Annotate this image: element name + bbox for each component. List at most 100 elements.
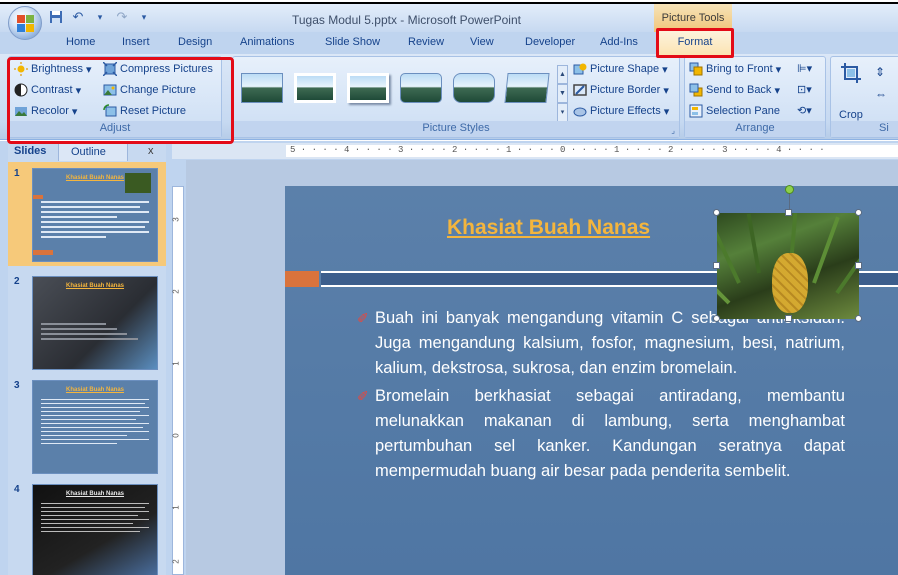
gallery-more-icon[interactable]: ▾	[557, 103, 568, 122]
ruler-tick-label: 1	[171, 505, 181, 510]
crop-button[interactable]: Crop	[839, 109, 863, 121]
picture-shape-button[interactable]: Picture Shape ▾	[573, 62, 668, 76]
chevron-down-icon: ▾	[663, 105, 670, 118]
resize-handle[interactable]	[785, 315, 792, 322]
tab-review[interactable]: Review	[408, 36, 444, 48]
ruler-tick-label: 3	[171, 217, 181, 222]
picture-border-label: Picture Border	[590, 84, 661, 96]
slide-thumbnail-item[interactable]: 1 Khasiat Buah Nanas	[8, 162, 166, 266]
style-thumbnail[interactable]	[294, 73, 336, 103]
bring-to-front-button[interactable]: Bring to Front ▾	[689, 62, 781, 76]
gallery-scroll[interactable]: ▲ ▼ ▾	[557, 65, 568, 123]
rotation-handle[interactable]	[785, 185, 794, 194]
thumb-footer	[33, 250, 53, 255]
style-thumbnail[interactable]	[241, 73, 283, 103]
crop-icon	[839, 61, 863, 88]
slide-title[interactable]: Khasiat Buah Nanas	[447, 216, 650, 240]
office-button[interactable]	[8, 6, 42, 40]
tab-slides[interactable]: Slides	[14, 145, 46, 157]
resize-handle[interactable]	[855, 315, 862, 322]
send-to-back-icon	[689, 83, 703, 97]
ribbon-tab-row: Home Insert Design Animations Slide Show…	[0, 32, 898, 54]
bullet-item: ✐ Bromelain berkhasiat sebagai antiradan…	[357, 384, 845, 484]
resize-handle[interactable]	[713, 209, 720, 216]
ruler-tick-label: 1	[171, 361, 181, 366]
customize-icon[interactable]: ▾	[136, 9, 152, 25]
pineapple-thumbnail	[125, 173, 151, 193]
title-divider-accent	[285, 271, 319, 287]
style-thumbnail[interactable]	[453, 73, 495, 103]
picture-shape-icon	[573, 62, 587, 76]
slide-number: 4	[14, 484, 20, 495]
slide-preview: Khasiat Buah Nanas	[32, 276, 158, 370]
tab-view[interactable]: View	[470, 36, 494, 48]
tab-add-ins[interactable]: Add-Ins	[600, 36, 638, 48]
tab-animations[interactable]: Animations	[240, 36, 294, 48]
window-title: Tugas Modul 5.pptx - Microsoft PowerPoin…	[292, 13, 521, 27]
undo-icon[interactable]: ↶	[70, 9, 86, 25]
tab-outline[interactable]: Outline	[58, 143, 128, 161]
tab-home[interactable]: Home	[66, 36, 95, 48]
bullet-icon: ✐	[357, 388, 369, 404]
slide-thumbnail-item[interactable]: 4 Khasiat Buah Nanas	[8, 478, 166, 575]
pineapple-picture[interactable]	[717, 213, 859, 319]
picture-border-button[interactable]: Picture Border ▾	[573, 83, 669, 97]
tab-developer[interactable]: Developer	[525, 36, 575, 48]
tab-insert[interactable]: Insert	[122, 36, 150, 48]
width-icon[interactable]: ⇔	[875, 87, 887, 101]
dialog-launcher-icon[interactable]: ⌟	[671, 126, 675, 135]
redo-icon[interactable]: ↷	[114, 9, 130, 25]
style-thumbnail[interactable]	[504, 73, 550, 103]
scroll-down-icon[interactable]: ▼	[557, 84, 568, 103]
bullet-text: Bromelain berkhasiat sebagai antiradang,…	[375, 387, 845, 480]
rotate-icon[interactable]: ⟲▾	[797, 104, 812, 117]
bullet-icon: ✐	[357, 310, 369, 326]
resize-handle[interactable]	[713, 315, 720, 322]
resize-handle[interactable]	[713, 262, 720, 269]
slide-preview: Khasiat Buah Nanas	[32, 380, 158, 474]
bring-to-front-icon	[689, 62, 703, 76]
resize-handle[interactable]	[855, 262, 862, 269]
slide-thumbnail-item[interactable]: 2 Khasiat Buah Nanas	[8, 270, 166, 374]
style-thumbnail[interactable]	[347, 73, 389, 103]
slide-preview-text	[41, 503, 149, 535]
chevron-down-icon: ▾	[663, 84, 669, 97]
send-to-back-button[interactable]: Send to Back ▾	[689, 83, 780, 97]
resize-handle[interactable]	[855, 209, 862, 216]
slide-preview-text	[41, 323, 149, 343]
align-icon[interactable]: ⊫▾	[797, 62, 812, 75]
group-icon[interactable]: ⊡▾	[797, 83, 812, 96]
thumb-divider	[33, 195, 43, 199]
picture-border-icon	[573, 83, 587, 97]
picture-effects-button[interactable]: Picture Effects ▾	[573, 104, 669, 118]
selection-pane-icon	[689, 104, 703, 118]
selection-pane-button[interactable]: Selection Pane	[689, 104, 780, 118]
bullet-text: Buah ini banyak mengandung vitamin C seb…	[375, 309, 845, 377]
resize-handle[interactable]	[785, 209, 792, 216]
tab-format[interactable]: Format	[656, 28, 734, 58]
save-icon[interactable]	[48, 9, 64, 25]
slide-preview-text	[41, 201, 149, 241]
slides-pane-tabs: Slides Outline x	[8, 143, 166, 161]
vertical-ruler[interactable]: 3 2 1 0 1 2	[172, 186, 184, 575]
arrange-group-label: Arrange	[685, 121, 825, 137]
ruler-tick-label: 0	[171, 433, 181, 438]
office-logo-icon	[17, 15, 34, 32]
picture-effects-icon	[573, 104, 587, 118]
picture-styles-group: ▲ ▼ ▾ Picture Shape ▾ Picture Border ▾ P…	[232, 56, 680, 138]
slide-body-text[interactable]: ✐ Buah ini banyak mengandung vitamin C s…	[357, 306, 845, 487]
scroll-up-icon[interactable]: ▲	[557, 65, 568, 84]
close-icon[interactable]: x	[148, 145, 154, 157]
slide-preview-title: Khasiat Buah Nanas	[65, 491, 125, 497]
ruler-tick-label: 2	[171, 289, 181, 294]
tab-slide-show[interactable]: Slide Show	[325, 36, 380, 48]
slide-thumbnail-item[interactable]: 3 Khasiat Buah Nanas	[8, 374, 166, 478]
height-icon[interactable]: ⇕	[875, 65, 885, 79]
arrange-group: Bring to Front ▾ Send to Back ▾ Selectio…	[684, 56, 826, 138]
slide-preview: Khasiat Buah Nanas	[32, 484, 158, 575]
size-group: Crop ⇕ ⇔ Si	[830, 56, 898, 138]
tab-design[interactable]: Design	[178, 36, 212, 48]
quick-access-toolbar: ↶ ▾ ↷ ▾	[48, 9, 152, 25]
undo-dropdown-icon[interactable]: ▾	[92, 9, 108, 25]
style-thumbnail[interactable]	[400, 73, 442, 103]
